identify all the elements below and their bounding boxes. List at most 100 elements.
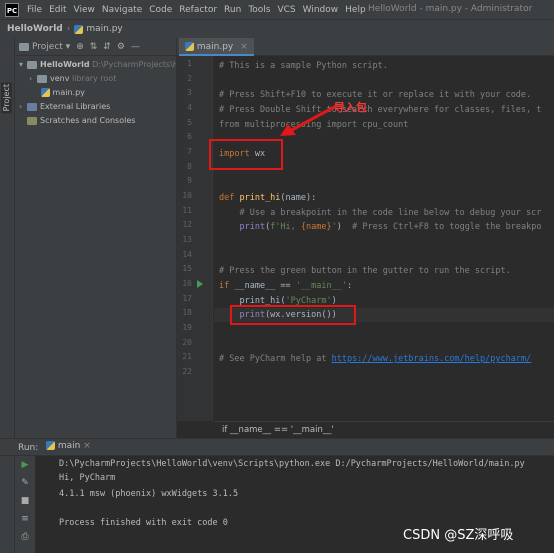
- menu-file[interactable]: File: [27, 5, 42, 15]
- menu-vcs[interactable]: VCS: [277, 5, 295, 15]
- line-number: 14: [182, 250, 192, 259]
- line-number: 19: [182, 323, 192, 332]
- pycharm-logo-icon: PC: [5, 2, 19, 17]
- project-stripe-button[interactable]: Project: [1, 82, 12, 114]
- line-number: 12: [182, 220, 192, 229]
- tree-item-main-py[interactable]: main.py: [41, 86, 85, 100]
- layout-icon[interactable]: ≡: [20, 514, 30, 524]
- line-number: 21: [182, 352, 192, 361]
- chevron-right-icon: ›: [66, 24, 71, 34]
- menu-view[interactable]: View: [74, 5, 95, 15]
- console-line: D:\PycharmProjects\HelloWorld\venv\Scrip…: [59, 459, 525, 469]
- run-gutter-icon[interactable]: [197, 280, 203, 288]
- line-number: 20: [182, 338, 192, 347]
- breadcrumb-project[interactable]: HelloWorld: [7, 24, 63, 34]
- console-line: Process finished with exit code 0: [59, 518, 228, 528]
- rerun-icon[interactable]: ▶: [20, 460, 30, 470]
- project-view-icon: [19, 42, 29, 51]
- line-number: 11: [182, 206, 192, 215]
- line-number: 3: [187, 88, 192, 97]
- tree-item-scratches[interactable]: Scratches and Consoles: [27, 114, 135, 128]
- project-panel: Project ▾ ⊕ ⇅ ⇵ ⚙ — ▾ HelloWorld D:\Pycha…: [15, 38, 177, 438]
- editor-breadcrumb: if __name__ == '__main__': [214, 421, 554, 438]
- library-icon: [27, 102, 37, 111]
- line-number: 5: [187, 118, 192, 127]
- print-icon[interactable]: ⎙: [20, 532, 30, 542]
- code-line: # Press Double Shift to search everywher…: [219, 105, 542, 115]
- expand-icon[interactable]: ⇵: [103, 42, 111, 52]
- watermark: CSDN @SZ深呼吸: [403, 528, 514, 543]
- python-file-icon: [74, 24, 84, 34]
- tree-item-venv[interactable]: › venv library root: [29, 72, 116, 86]
- line-number: 16: [182, 279, 192, 288]
- editor-breadcrumb-item[interactable]: if __name__ == '__main__': [222, 425, 334, 435]
- folder-icon: [37, 74, 47, 83]
- menu-bar: PC File Edit View Navigate Code Refactor…: [0, 0, 554, 19]
- line-number: 6: [187, 132, 192, 141]
- locate-icon[interactable]: ⊕: [76, 42, 84, 52]
- left-tool-stripe: Project: [0, 38, 15, 438]
- wrench-icon[interactable]: ✎: [20, 478, 30, 488]
- scratches-icon: [27, 116, 37, 125]
- project-toolbar: Project ▾ ⊕ ⇅ ⇵ ⚙ —: [15, 38, 176, 56]
- menu-refactor[interactable]: Refactor: [179, 5, 217, 15]
- code-line: # Press Shift+F10 to execute it or repla…: [219, 90, 532, 100]
- line-number: 13: [182, 235, 192, 244]
- code-editor[interactable]: # This is a sample Python script. # Pres…: [214, 56, 554, 421]
- code-line: # Press the green button in the gutter t…: [219, 266, 511, 276]
- annotation-box-import: [209, 139, 283, 170]
- menu-help[interactable]: Help: [345, 5, 366, 15]
- stop-icon[interactable]: ■: [20, 496, 30, 506]
- line-number: 15: [182, 264, 192, 273]
- tree-item-external-libraries[interactable]: › External Libraries: [19, 100, 110, 114]
- line-number: 2: [187, 74, 192, 83]
- code-line-def: def print_hi(name):: [219, 193, 317, 203]
- chevron-down-icon: ▾: [19, 60, 24, 69]
- line-number: 18: [182, 308, 192, 317]
- line-number: 1: [187, 59, 192, 68]
- run-tab-main[interactable]: main ×: [46, 441, 91, 451]
- window-title: HelloWorld - main.py - Administrator: [368, 4, 533, 14]
- editor-tab-bar: main.py ×: [177, 38, 554, 56]
- tree-item-helloworld[interactable]: ▾HelloWorld D:\PycharmProjects\HelloWorl…: [19, 58, 176, 72]
- close-icon[interactable]: ×: [83, 441, 91, 451]
- menu-window[interactable]: Window: [303, 5, 339, 15]
- python-file-icon: [185, 42, 194, 51]
- python-file-icon: [41, 88, 50, 97]
- code-line: print(f'Hi, {name}') # Press Ctrl+F8 to …: [219, 222, 542, 232]
- menu-tools[interactable]: Tools: [248, 5, 270, 15]
- menu-navigate[interactable]: Navigate: [102, 5, 142, 15]
- run-panel-label: Run:: [18, 443, 39, 453]
- console-line-version-output: 4.1.1 msw (phoenix) wxWidgets 3.1.5: [59, 489, 239, 499]
- line-number: 7: [187, 147, 192, 156]
- menu-run[interactable]: Run: [224, 5, 241, 15]
- run-toolbar: ▶ ✎ ■ ≡ ⎙: [15, 456, 35, 553]
- line-number: 8: [187, 162, 192, 171]
- bottom-left-stripe: [0, 456, 15, 553]
- line-number: 9: [187, 176, 192, 185]
- annotation-label: 导入包: [334, 101, 367, 114]
- minimize-icon[interactable]: —: [131, 42, 140, 52]
- folder-icon: [27, 60, 37, 69]
- code-line: # See PyCharm help at https://www.jetbra…: [219, 354, 532, 364]
- help-link: https://www.jetbrains.com/help/pycharm/: [331, 354, 532, 364]
- breadcrumb-file[interactable]: main.py: [86, 24, 122, 34]
- tab-main-py[interactable]: main.py ×: [179, 38, 254, 56]
- menu-edit[interactable]: Edit: [49, 5, 66, 15]
- run-panel-header: Run: main ×: [0, 438, 554, 456]
- gear-icon[interactable]: ⚙: [117, 42, 125, 52]
- chevron-right-icon: ›: [29, 74, 33, 83]
- code-line: # This is a sample Python script.: [219, 61, 388, 71]
- python-file-icon: [46, 441, 55, 450]
- line-number: 17: [182, 294, 192, 303]
- code-line: # Use a breakpoint in the code line belo…: [219, 208, 542, 218]
- annotation-box-version: [230, 305, 356, 325]
- code-line: if __name__ == '__main__':: [219, 281, 353, 291]
- line-number: 10: [182, 191, 192, 200]
- collapse-icon[interactable]: ⇅: [90, 42, 98, 52]
- breadcrumb: HelloWorld › main.py: [0, 19, 554, 38]
- annotation-arrow-icon: [280, 104, 337, 136]
- menu-code[interactable]: Code: [149, 5, 172, 15]
- close-icon[interactable]: ×: [240, 42, 248, 52]
- project-view-dropdown[interactable]: Project ▾: [32, 42, 70, 52]
